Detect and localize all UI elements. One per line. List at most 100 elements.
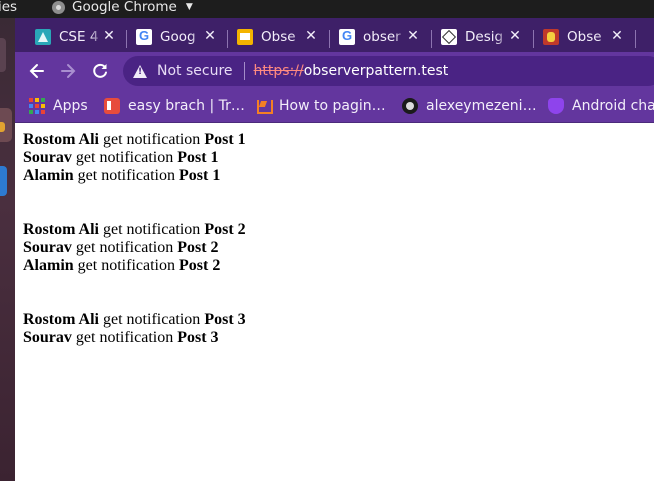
notification-text: get notification	[71, 239, 178, 256]
notification-text: get notification	[99, 311, 205, 328]
user-name: Sourav	[23, 239, 72, 256]
tab-label: Desig	[465, 29, 504, 45]
notification-line: Alamin get notification Post 2	[23, 257, 246, 275]
post-notification-group: Rostom Ali get notification Post 2 Soura…	[23, 221, 246, 275]
tab-strip: CSE 4 ✕ Goog ✕ Obse ✕ obser ✕ Desig ✕	[15, 18, 654, 52]
post-notification-group: Rostom Ali get notification Post 1 Soura…	[23, 131, 246, 185]
post-name: Post 2	[177, 239, 219, 256]
user-name: Alamin	[23, 167, 74, 184]
tab-label: Obse	[567, 29, 602, 45]
forward-button[interactable]	[57, 60, 79, 82]
dock-app-icon[interactable]	[0, 108, 12, 142]
user-name: Rostom Ali	[23, 221, 99, 238]
user-name: Alamin	[23, 257, 74, 274]
close-icon[interactable]: ✕	[202, 28, 218, 44]
notification-line: Sourav get notification Post 3	[23, 329, 246, 347]
tab-divider	[329, 30, 330, 48]
security-label[interactable]: Not secure	[157, 63, 233, 79]
close-icon[interactable]: ✕	[609, 28, 625, 44]
tab-divider	[533, 30, 534, 48]
post-name: Post 1	[204, 131, 246, 148]
tab[interactable]: Desig ✕	[433, 22, 529, 52]
arrow-left-icon	[29, 64, 44, 78]
reload-icon	[93, 63, 107, 78]
tab[interactable]: CSE 4 ✕	[27, 22, 123, 52]
github-icon	[402, 98, 418, 114]
tab-divider	[431, 30, 432, 48]
post-name: Post 3	[204, 311, 246, 328]
bookmark-label: How to pagin…	[279, 98, 386, 114]
tab-divider	[227, 30, 228, 48]
notification-line: Sourav get notification Post 1	[23, 149, 246, 167]
post-name: Post 2	[178, 257, 221, 274]
app-menu-label: Google Chrome	[72, 0, 177, 15]
notification-line: Alamin get notification Post 1	[23, 167, 246, 185]
design-patterns-icon	[441, 29, 457, 45]
tab-divider	[635, 30, 636, 48]
tab[interactable]: Obse ✕	[229, 22, 325, 52]
stackoverflow-icon	[255, 98, 273, 114]
chrome-icon	[52, 0, 65, 14]
user-name: Rostom Ali	[23, 131, 99, 148]
notification-text: get notification	[73, 257, 179, 274]
address-bar[interactable]: Not secure https:// observerpattern.test	[123, 56, 654, 86]
tab[interactable]: obser ✕	[331, 22, 427, 52]
google-icon	[136, 28, 152, 45]
tab[interactable]: Goog ✕	[128, 22, 224, 52]
user-name: Sourav	[23, 329, 72, 346]
notification-line: Sourav get notification Post 2	[23, 239, 246, 257]
bookmark-item[interactable]: How to pagin…	[255, 95, 386, 117]
slides-icon	[237, 29, 253, 45]
browser-window: CSE 4 ✕ Goog ✕ Obse ✕ obser ✕ Desig ✕	[15, 18, 654, 123]
dock-app-icon[interactable]	[0, 38, 6, 72]
notification-text: get notification	[99, 221, 205, 238]
bookmark-label: Apps	[53, 98, 88, 114]
post-name: Post 3	[177, 329, 219, 346]
url-scheme: https://	[253, 63, 304, 79]
browser-toolbar: Not secure https:// observerpattern.test	[15, 52, 654, 90]
tab-label: Obse	[261, 29, 296, 45]
bookmarks-bar: Apps easy brach | Tr… How to pagin… alex…	[15, 90, 654, 123]
activities-button[interactable]: ies	[0, 0, 17, 14]
tab-label: CSE 4	[59, 29, 99, 45]
bookmark-label: alexeymezeni…	[426, 98, 537, 114]
post-notification-group: Rostom Ali get notification Post 3 Soura…	[23, 311, 246, 347]
close-icon[interactable]: ✕	[507, 28, 523, 44]
bookmark-label: easy brach | Tr…	[128, 98, 245, 114]
bookmark-item[interactable]: Android cha	[548, 95, 654, 117]
user-name: Rostom Ali	[23, 311, 99, 328]
dock-app-icon[interactable]	[0, 166, 7, 196]
tab-divider	[126, 30, 127, 48]
notification-line: Rostom Ali get notification Post 3	[23, 311, 246, 329]
notification-line: Rostom Ali get notification Post 2	[23, 221, 246, 239]
warning-icon[interactable]	[133, 64, 147, 78]
tab-label: obser	[363, 29, 401, 45]
bookmark-item[interactable]: alexeymezeni…	[402, 95, 537, 117]
android-icon	[548, 98, 564, 114]
tab[interactable]: Obse ✕	[535, 22, 631, 52]
bookmark-label: Android cha	[572, 98, 654, 114]
back-button[interactable]	[26, 60, 48, 82]
app-menu[interactable]: Google Chrome ▼	[52, 0, 193, 14]
arrow-right-icon	[61, 64, 76, 78]
notification-text: get notification	[73, 167, 179, 184]
page-content: Rostom Ali get notification Post 1 Soura…	[15, 123, 654, 481]
post-name: Post 1	[177, 149, 219, 166]
caret-down-icon: ▼	[185, 2, 193, 12]
notification-text: get notification	[99, 131, 205, 148]
bookmark-item[interactable]: easy brach | Tr…	[104, 95, 245, 117]
close-icon[interactable]: ✕	[101, 28, 117, 44]
tab-label: Goog	[160, 29, 196, 45]
notification-text: get notification	[71, 329, 178, 346]
classroom-icon	[35, 29, 51, 45]
google-icon	[339, 28, 355, 45]
post-name: Post 1	[178, 167, 221, 184]
bookmark-apps[interactable]: Apps	[29, 95, 88, 117]
close-icon[interactable]: ✕	[303, 28, 319, 44]
url-host: observerpattern.test	[303, 63, 449, 79]
close-icon[interactable]: ✕	[405, 28, 421, 44]
omnibox-divider	[243, 62, 245, 80]
notification-text: get notification	[71, 149, 178, 166]
reload-button[interactable]	[89, 60, 111, 82]
system-top-panel: ies Google Chrome ▼	[0, 0, 654, 18]
